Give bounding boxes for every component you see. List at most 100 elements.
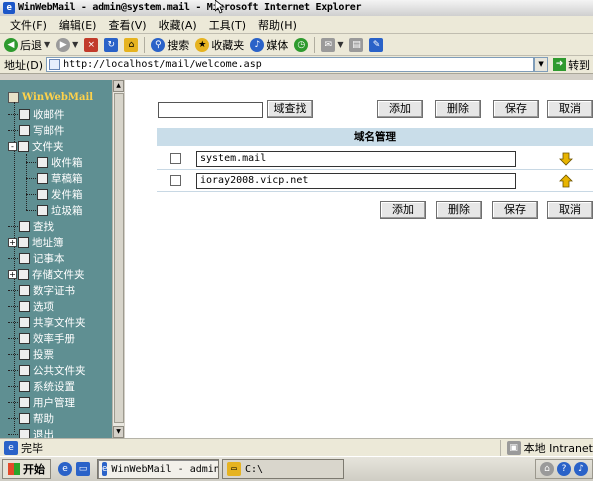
quick-launch: e ▭ [54,462,94,476]
notepad-icon [19,252,30,264]
search-icon [19,220,30,232]
sidebar-item-drafts-folder[interactable]: 草稿箱 [0,170,112,186]
go-button[interactable]: ➜ 转到 [548,57,590,73]
sidebar-item-search[interactable]: 查找 [0,218,112,234]
favorites-button[interactable]: ★ 收藏夹 [193,36,246,54]
home-icon: ⌂ [124,37,139,52]
toolbar-separator [314,36,316,53]
star-icon: ★ [195,37,210,52]
help-icon[interactable]: ? [557,462,571,476]
sidebar-item-options[interactable]: 选项 [0,298,112,314]
domain-table-header: 域名管理 [157,128,593,146]
expand-icon[interactable]: + [8,269,17,279]
media-icon: ♪ [250,37,265,52]
add-button-bottom[interactable]: 添加 [380,201,426,219]
vote-icon [19,348,30,360]
inbox-folder-icon [37,156,48,168]
sidebar-item-shared-folder[interactable]: 共享文件夹 [0,314,112,330]
sidebar-item-user-admin[interactable]: 用户管理 [0,394,112,410]
scroll-down-arrow-icon[interactable]: ▼ [113,426,124,438]
stop-button[interactable]: × [82,36,100,54]
network-icon[interactable]: ⌂ [540,462,554,476]
ie-icon[interactable]: e [58,462,72,476]
sidebar-item-label: 垃圾箱 [51,204,83,217]
domain-search-button[interactable]: 域查找 [267,100,313,118]
sidebar-item-vote[interactable]: 投票 [0,346,112,362]
tree-connector [8,353,18,355]
cancel-button[interactable]: 取消 [547,100,593,118]
tree-connector [8,321,18,323]
media-button[interactable]: ♪ 媒体 [248,36,290,54]
menu-view[interactable]: 查看(V) [102,17,152,33]
edit-button[interactable]: ✎ [367,36,385,54]
start-label: 开始 [23,463,45,476]
cancel-button-bottom[interactable]: 取消 [547,201,593,219]
intranet-zone-icon: ▣ [506,440,521,455]
menu-tools[interactable]: 工具(T) [203,17,252,33]
start-button[interactable]: 开始 [2,459,51,479]
sidebar-item-notepad[interactable]: 记事本 [0,250,112,266]
menu-edit[interactable]: 编辑(E) [53,17,103,33]
collapse-icon[interactable]: - [8,141,17,151]
menu-help[interactable]: 帮助(H) [252,17,303,33]
move-up-arrow-icon[interactable] [559,174,573,188]
back-button[interactable]: ◀ 后退 ▼ [2,36,52,54]
sidebar-scrollbar[interactable]: ▲ ▼ [112,80,124,438]
scroll-thumb[interactable] [114,93,124,423]
taskbar-item-ie[interactable]: e WinWebMail - admin@... [97,459,219,479]
sidebar-item-label: 共享文件夹 [33,316,86,329]
desktop-icon[interactable]: ▭ [76,462,90,476]
save-button[interactable]: 保存 [493,100,539,118]
row-checkbox[interactable] [170,153,181,164]
compose-icon [19,124,30,136]
delete-button[interactable]: 删除 [435,100,481,118]
sidebar-item-logout[interactable]: 退出 [0,426,112,438]
mouse-cursor-icon [215,0,225,14]
move-down-arrow-icon[interactable] [559,152,573,166]
address-bar: 地址(D) http://localhost/mail/welcome.asp … [0,56,593,74]
menu-favorites[interactable]: 收藏(A) [153,17,203,33]
sidebar-item-inbox[interactable]: 收邮件 [0,106,112,122]
print-button[interactable]: ▤ [347,36,365,54]
row-checkbox[interactable] [170,175,181,186]
delete-button-bottom[interactable]: 删除 [436,201,482,219]
sidebar-item-handbook[interactable]: 效率手册 [0,330,112,346]
sidebar-item-folder[interactable]: - 文件夹 [0,138,112,154]
add-button[interactable]: 添加 [377,100,423,118]
sidebar-item-settings[interactable]: 系统设置 [0,378,112,394]
search-button[interactable]: ⚲ 搜索 [149,36,191,54]
certificate-icon [19,284,30,296]
back-arrow-icon: ◀ [4,37,18,52]
mail-button[interactable]: ✉ ▼ [319,36,345,54]
save-button-bottom[interactable]: 保存 [492,201,538,219]
domain-field[interactable]: ioray2008.vicp.net [196,173,516,189]
sidebar-item-label: 记事本 [33,252,65,265]
domain-field[interactable]: system.mail [196,151,516,167]
sidebar-logo[interactable]: WinWebMail [8,92,93,103]
tree-connector [8,113,18,115]
address-dropdown-button[interactable]: ▼ [534,57,549,72]
home-button[interactable]: ⌂ [122,36,140,54]
forward-arrow-icon: ▶ [56,37,71,52]
sidebar-item-certificate[interactable]: 数字证书 [0,282,112,298]
sidebar-item-help[interactable]: 帮助 [0,410,112,426]
sidebar-item-sent-folder[interactable]: 发件箱 [0,186,112,202]
scroll-up-arrow-icon[interactable]: ▲ [113,80,124,92]
sidebar-item-address-book[interactable]: + 地址簿 [0,234,112,250]
menu-file[interactable]: 文件(F) [4,17,53,33]
tree-connector [8,369,18,371]
refresh-button[interactable]: ↻ [102,36,120,54]
sidebar-item-trash-folder[interactable]: 垃圾箱 [0,202,112,218]
domain-search-input[interactable] [158,102,263,118]
sidebar-item-compose[interactable]: 写邮件 [0,122,112,138]
history-button[interactable]: ◷ [292,36,310,54]
sidebar-item-label: 草稿箱 [51,172,83,185]
taskbar-item-explorer[interactable]: ▭ C:\ [222,459,344,479]
sound-icon[interactable]: ♪ [574,462,588,476]
address-input[interactable]: http://localhost/mail/welcome.asp [46,57,535,72]
expand-icon[interactable]: + [8,237,17,247]
sidebar-item-storage-folder[interactable]: + 存储文件夹 [0,266,112,282]
sidebar-item-inbox-folder[interactable]: 收件箱 [0,154,112,170]
sidebar-item-public-folder[interactable]: 公共文件夹 [0,362,112,378]
forward-button[interactable]: ▶ ▼ [54,36,80,54]
